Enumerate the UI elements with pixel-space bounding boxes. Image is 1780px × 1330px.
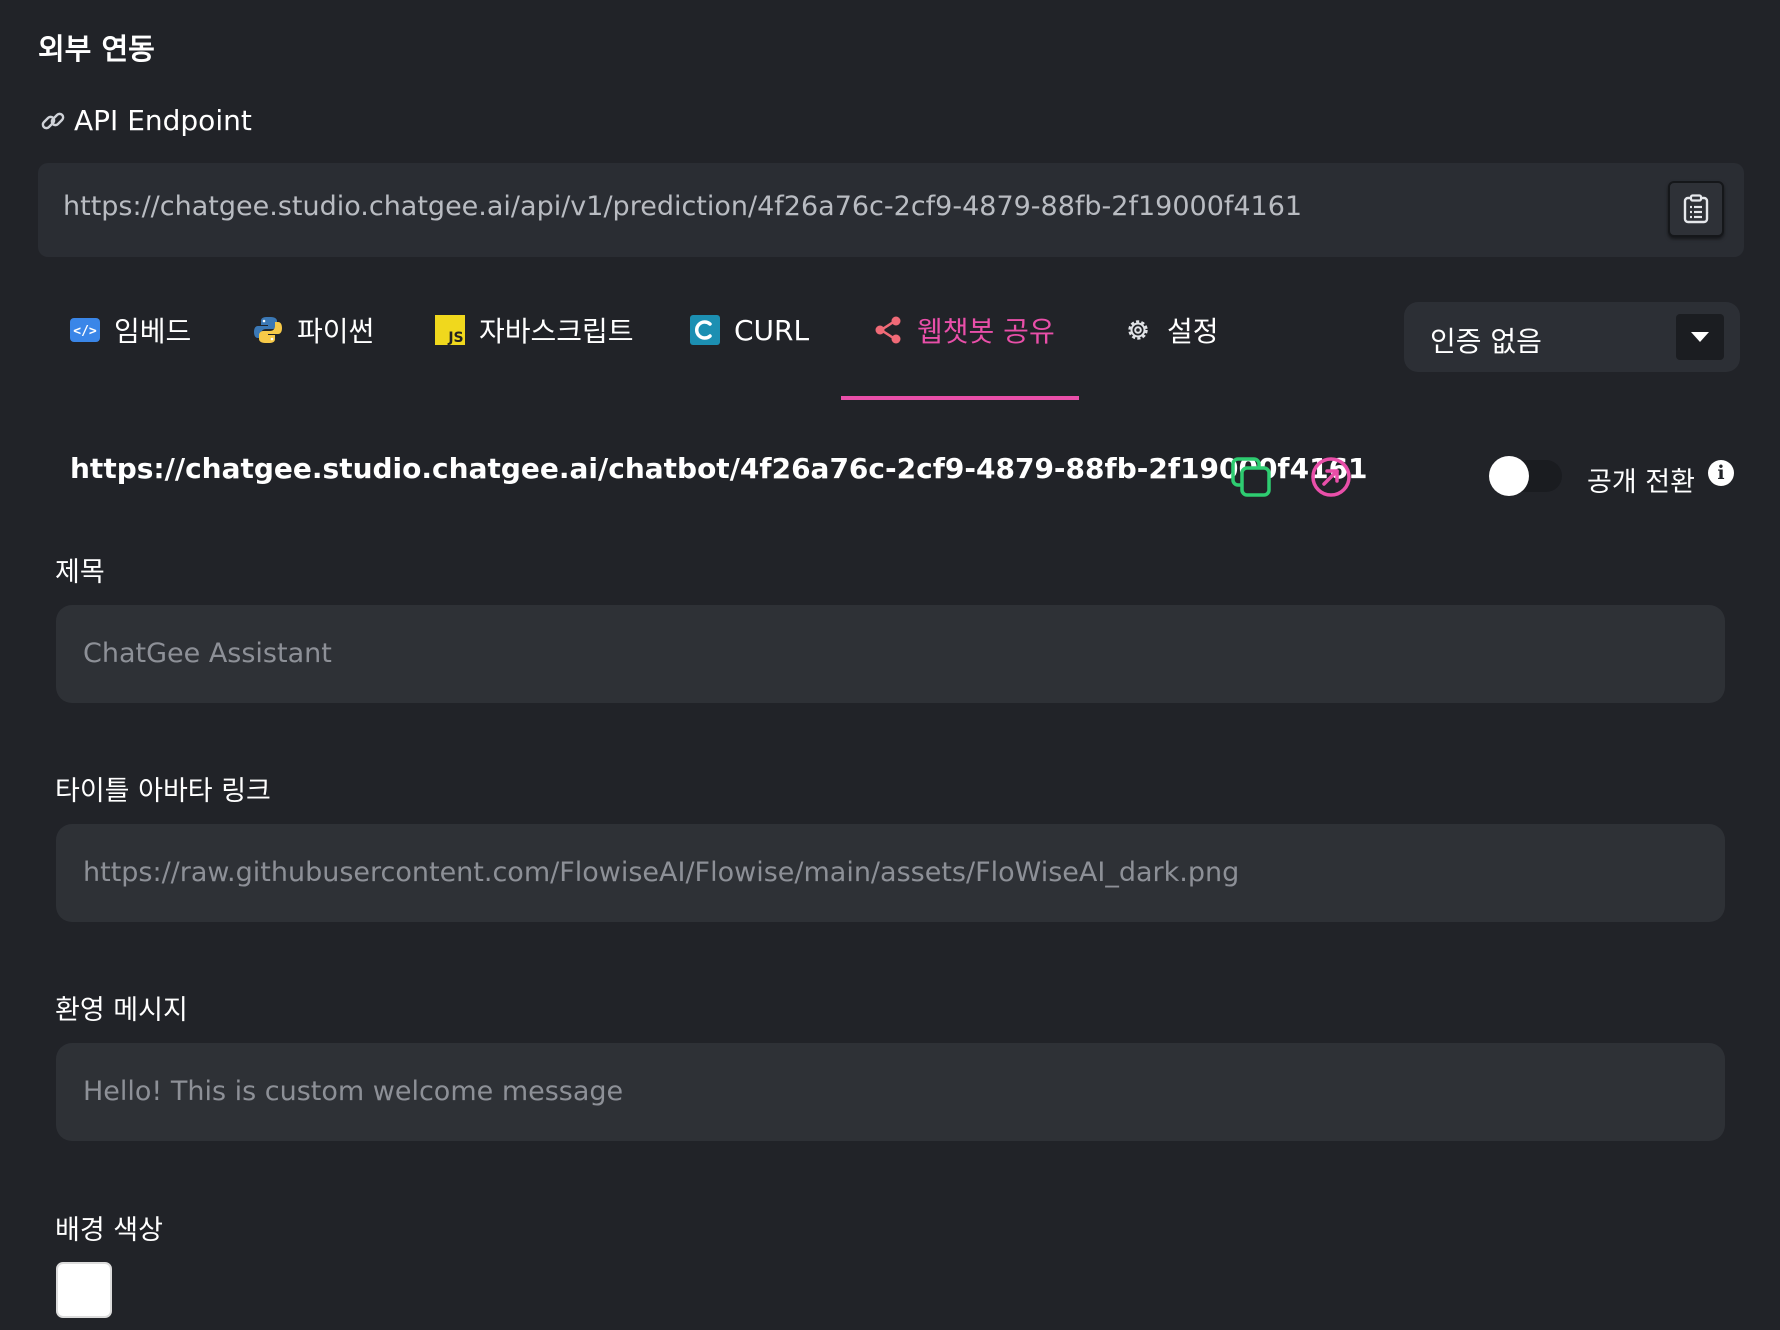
background-color-label: 배경 색상 (55, 1215, 163, 1246)
active-tab-indicator (841, 396, 1079, 400)
tab-label: 파이썬 (297, 315, 375, 348)
tab-label: CURL (734, 313, 810, 347)
title-input[interactable]: ChatGee Assistant (56, 605, 1725, 703)
chevron-down-icon (1691, 332, 1709, 342)
api-endpoint-url: https://chatgee.studio.chatgee.ai/api/v1… (63, 191, 1303, 222)
welcome-message-input[interactable]: Hello! This is custom welcome message (56, 1043, 1725, 1141)
tab-javascript[interactable]: JS 자바스크립트 (435, 300, 634, 360)
auth-select-value: 인증 없음 (1430, 325, 1542, 358)
embed-code-icon: </> (70, 315, 100, 345)
api-endpoint-text: API Endpoint (74, 104, 252, 137)
tab-bar: </> 임베드 파이썬 JS 자바스크립트 CURL 웹챗봇 공유 설정 (38, 300, 1378, 404)
share-icon (873, 315, 903, 345)
svg-text:JS: JS (447, 330, 463, 345)
tab-label: 설정 (1167, 315, 1219, 348)
copy-share-url-button[interactable] (1230, 456, 1272, 498)
tab-settings[interactable]: 설정 (1123, 300, 1219, 360)
auth-select[interactable]: 인증 없음 (1404, 302, 1740, 372)
svg-text:</>: </> (73, 324, 97, 339)
welcome-message-input-placeholder: Hello! This is custom welcome message (83, 1076, 624, 1107)
avatar-link-input-placeholder: https://raw.githubusercontent.com/Flowis… (83, 857, 1240, 888)
page-title: 외부 연동 (38, 32, 155, 66)
tab-python[interactable]: 파이썬 (253, 300, 374, 360)
external-link-icon (1311, 457, 1351, 497)
title-field-label: 제목 (55, 557, 105, 588)
tab-label: 임베드 (114, 315, 192, 348)
link-icon (38, 106, 68, 136)
javascript-icon: JS (435, 315, 465, 345)
auth-dropdown-button[interactable] (1676, 314, 1724, 360)
tab-webchatbot-share[interactable]: 웹챗봇 공유 (873, 300, 1055, 360)
python-icon (253, 315, 283, 345)
welcome-message-field-label: 환영 메시지 (55, 995, 188, 1026)
tab-embed[interactable]: </> 임베드 (70, 300, 191, 360)
api-endpoint-box: https://chatgee.studio.chatgee.ai/api/v1… (38, 163, 1744, 257)
copy-endpoint-button[interactable] (1668, 181, 1724, 237)
public-toggle-label: 공개 전환 (1587, 467, 1695, 498)
open-share-url-button[interactable] (1310, 456, 1352, 498)
curl-icon (690, 315, 720, 345)
tab-label: 웹챗봇 공유 (917, 315, 1055, 348)
avatar-link-input[interactable]: https://raw.githubusercontent.com/Flowis… (56, 824, 1725, 922)
clipboard-icon (1683, 194, 1709, 224)
info-icon[interactable]: i (1708, 460, 1734, 486)
gear-icon (1123, 315, 1153, 345)
background-color-swatch[interactable] (56, 1262, 112, 1318)
avatar-link-field-label: 타이틀 아바타 링크 (55, 776, 271, 807)
title-input-placeholder: ChatGee Assistant (83, 638, 332, 669)
tab-curl[interactable]: CURL (690, 300, 809, 360)
api-endpoint-label: API Endpoint (38, 104, 252, 137)
chatbot-share-url: https://chatgee.studio.chatgee.ai/chatbo… (70, 452, 1368, 485)
tab-label: 자바스크립트 (479, 315, 634, 348)
copy-icon (1231, 457, 1271, 497)
public-toggle-knob[interactable] (1489, 456, 1529, 496)
